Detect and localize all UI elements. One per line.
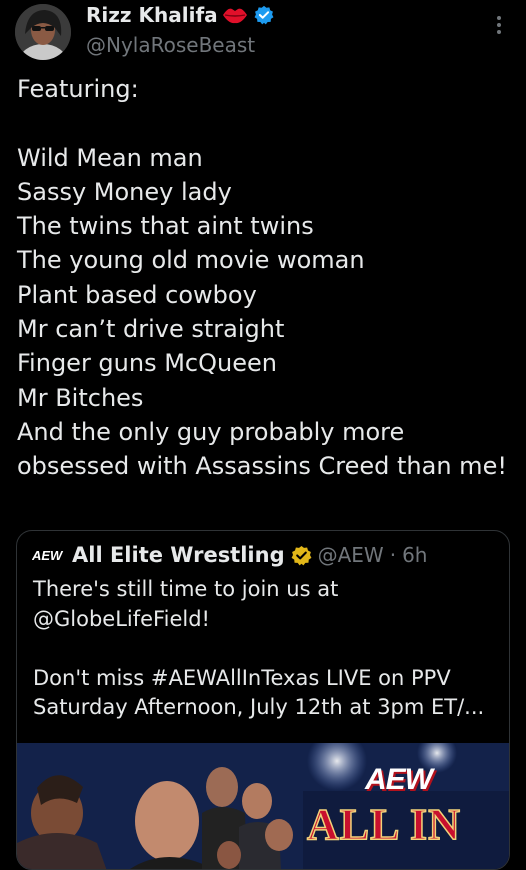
media-headline: ALL IN: [306, 799, 461, 850]
quoted-tweet-time[interactable]: 6h: [402, 543, 427, 567]
meta-separator: ·: [389, 543, 397, 567]
aew-logo-text: AEW: [32, 548, 64, 563]
author-name-row[interactable]: Rizz Khalifa: [86, 3, 274, 27]
author-display-name[interactable]: Rizz Khalifa: [86, 3, 218, 27]
quoted-tweet-media[interactable]: AEW ALL IN: [17, 743, 509, 869]
quoted-tweet-card[interactable]: AEW All Elite Wrestling @AEW · 6h There'…: [16, 530, 510, 870]
quoted-tweet-header[interactable]: AEW All Elite Wrestling @AEW · 6h: [31, 543, 427, 567]
verified-badge-icon[interactable]: [254, 5, 274, 25]
quoted-tweet-text: There's still time to join us at @GlobeL…: [33, 577, 485, 719]
tweet-text: Featuring: Wild Mean man Sassy Money lad…: [17, 75, 507, 481]
author-handle[interactable]: @NylaRoseBeast: [86, 33, 255, 57]
more-options-icon[interactable]: [488, 12, 510, 38]
lips-icon: [222, 5, 248, 25]
quoted-author-name[interactable]: All Elite Wrestling: [72, 543, 285, 567]
gold-verified-badge-icon[interactable]: [291, 545, 312, 566]
aew-logo-avatar[interactable]: AEW: [31, 547, 66, 563]
media-aew-logo: AEW: [365, 763, 433, 796]
avatar[interactable]: [15, 4, 71, 60]
quoted-author-handle[interactable]: @AEW: [318, 543, 384, 567]
